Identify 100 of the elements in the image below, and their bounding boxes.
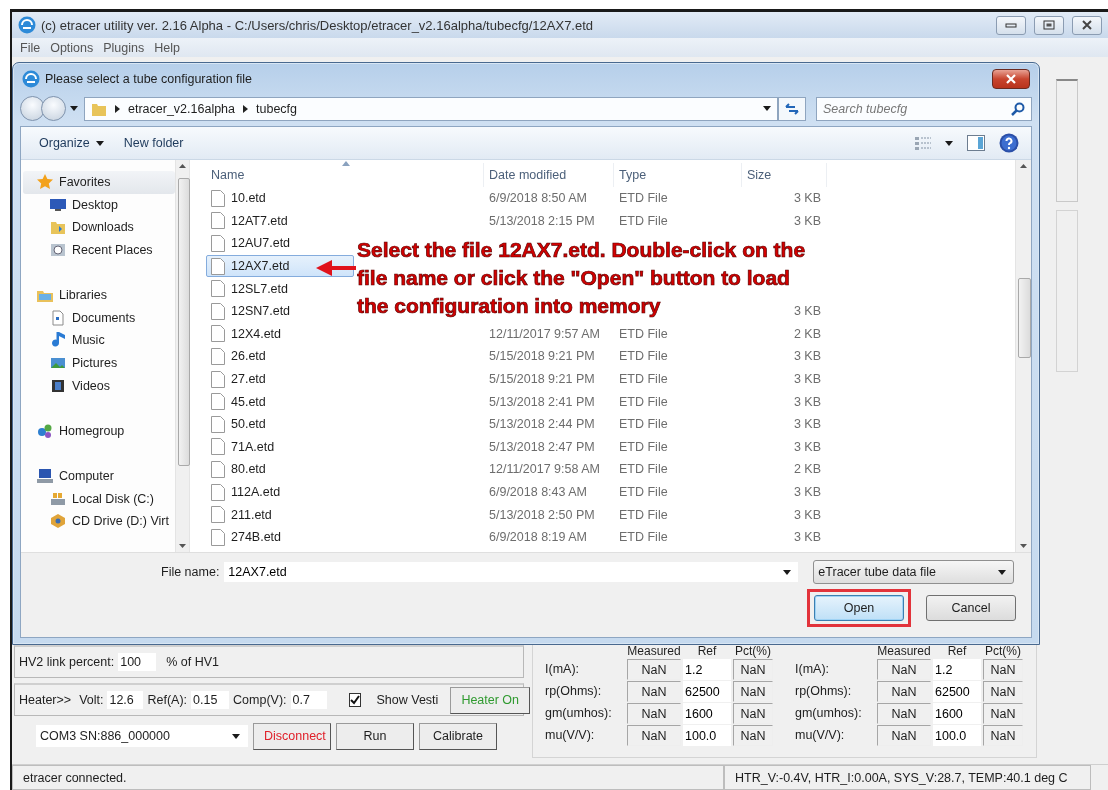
action-button[interactable]: Disconnect — [253, 722, 331, 750]
file-name[interactable]: 112A.etd — [206, 481, 354, 503]
input-field[interactable]: 12.6 — [107, 691, 144, 709]
preview-pane-icon[interactable] — [967, 135, 985, 151]
file-name[interactable]: 80.etd — [206, 458, 354, 481]
file-icon — [211, 460, 225, 478]
arrow-icon — [316, 259, 356, 277]
breadcrumb-item[interactable]: etracer_v2.16alpha — [128, 101, 236, 116]
field-label: Ref(A): — [147, 693, 188, 707]
file-name[interactable]: 45.etd — [206, 390, 354, 413]
column-header[interactable]: Date modified — [484, 163, 614, 187]
file-name[interactable]: 274B.etd — [206, 526, 354, 549]
input-field[interactable]: 0.7 — [290, 691, 327, 709]
file-name[interactable]: 12AX7.etd — [206, 255, 354, 278]
file-name[interactable]: 10.etd — [206, 187, 354, 210]
measured-value: NaN — [877, 703, 931, 724]
nav-item[interactable]: Desktop — [23, 193, 175, 217]
dialog-button[interactable]: Cancel — [926, 595, 1016, 621]
scroll-down-icon[interactable] — [179, 544, 186, 548]
address-bar[interactable]: etracer_v2.16alpha tubecfg — [84, 96, 778, 121]
file-name[interactable]: 12X4.etd — [206, 322, 354, 345]
nav-item[interactable]: Local Disk (C:) — [23, 487, 175, 510]
column-header[interactable]: Size — [742, 163, 827, 187]
ref-field[interactable]: 1600 — [933, 703, 981, 724]
back-button[interactable] — [20, 96, 45, 121]
measured-value: NaN — [877, 725, 931, 746]
nav-item[interactable]: Downloads — [23, 216, 175, 239]
file-name[interactable]: 12AU7.etd — [206, 232, 354, 255]
caret-icon — [232, 733, 240, 739]
action-button[interactable]: Calibrate — [419, 722, 497, 750]
file-name[interactable]: 12SL7.etd — [206, 277, 354, 300]
file-date: 6/9/2018 8:43 AM — [488, 485, 588, 499]
refresh-button[interactable] — [778, 96, 806, 121]
file-name[interactable]: 50.etd — [206, 413, 354, 436]
ref-field[interactable]: 1.2 — [683, 659, 731, 680]
breadcrumb-item[interactable]: tubecfg — [256, 101, 298, 116]
row-label: gm(umhos): — [795, 705, 863, 722]
nav-item[interactable]: Libraries — [23, 283, 175, 307]
menu-item[interactable]: Help — [154, 40, 180, 55]
forward-button[interactable] — [41, 96, 66, 121]
file-name[interactable]: 211.etd — [206, 503, 354, 526]
dialog-button[interactable]: Open — [814, 595, 904, 621]
nav-item[interactable]: Music — [23, 329, 175, 352]
close-button[interactable] — [1072, 15, 1102, 35]
file-name[interactable]: 12AT7.etd — [206, 209, 354, 232]
input-field[interactable]: 0.15 — [191, 691, 230, 709]
maximize-button[interactable] — [1034, 15, 1064, 35]
nav-item[interactable]: Videos — [23, 374, 175, 397]
file-date: 5/15/2018 9:21 PM — [488, 372, 596, 387]
file-name[interactable]: 12SN7.etd — [206, 300, 354, 323]
scrollbar[interactable] — [1015, 160, 1031, 552]
action-button[interactable]: Run — [336, 722, 414, 750]
file-date: 12/11/2017 9:58 AM — [488, 462, 601, 477]
file-name[interactable]: 27.etd — [206, 368, 354, 391]
ref-field[interactable]: 62500 — [933, 681, 981, 702]
scroll-up-icon[interactable] — [1020, 164, 1027, 168]
nav-item[interactable]: Documents — [23, 306, 175, 330]
nav-item[interactable]: Pictures — [23, 351, 175, 375]
nav-item[interactable]: Favorites — [23, 171, 175, 194]
file-type: ETD File — [618, 213, 669, 228]
nav-item[interactable]: Homegroup — [23, 419, 175, 443]
file-name-field[interactable]: 12AX7.etd — [223, 561, 800, 583]
annotation-text: the configuration into memory — [357, 293, 661, 319]
file-type-dropdown[interactable]: eTracer tube data file — [813, 560, 1015, 584]
nav-item[interactable]: CD Drive (D:) Virt — [23, 509, 175, 533]
toolbar-button[interactable]: New folder — [123, 136, 184, 150]
file-name[interactable]: 26.etd — [206, 345, 354, 368]
ref-field[interactable]: 62500 — [683, 681, 731, 702]
minimize-button[interactable] — [996, 15, 1026, 35]
nav-item[interactable]: Recent Places — [23, 238, 175, 262]
scrollbar-thumb[interactable] — [178, 178, 190, 466]
column-header: Measured — [627, 645, 681, 658]
menu-item[interactable]: Plugins — [103, 40, 145, 55]
view-icon[interactable] — [915, 136, 931, 150]
ref-field[interactable]: 1.2 — [933, 659, 981, 680]
nav-item[interactable]: Computer — [23, 464, 175, 488]
ref-field[interactable]: 100.0 — [933, 725, 981, 746]
help-icon[interactable] — [999, 133, 1019, 153]
app-icon — [18, 16, 36, 34]
column-header[interactable]: Type — [614, 163, 742, 187]
scrollbar[interactable] — [175, 160, 189, 552]
scrollbar-thumb[interactable] — [1018, 278, 1031, 358]
column-header: Pct(%) — [984, 645, 1022, 658]
menu-item[interactable]: Options — [50, 40, 94, 55]
menu-item[interactable]: File — [20, 40, 41, 55]
close-button[interactable] — [992, 68, 1030, 89]
file-icon — [211, 302, 225, 320]
toolbar-button[interactable]: Organize — [39, 136, 104, 150]
port-dropdown[interactable]: COM3 SN:886_000000 — [36, 725, 248, 747]
scroll-down-icon[interactable] — [1020, 544, 1027, 548]
ref-field[interactable]: 1600 — [683, 703, 731, 724]
file-type: ETD File — [618, 394, 669, 409]
file-name[interactable]: 71A.etd — [206, 435, 354, 458]
row-label: I(mA): — [795, 661, 831, 678]
scroll-up-icon[interactable] — [179, 164, 186, 168]
ref-field[interactable]: 100.0 — [683, 725, 731, 746]
checkbox[interactable] — [348, 693, 361, 707]
minimize-icon — [1005, 22, 1017, 28]
search-field[interactable]: Search tubecfg — [816, 96, 1032, 121]
input-field[interactable]: 100 — [118, 653, 157, 671]
